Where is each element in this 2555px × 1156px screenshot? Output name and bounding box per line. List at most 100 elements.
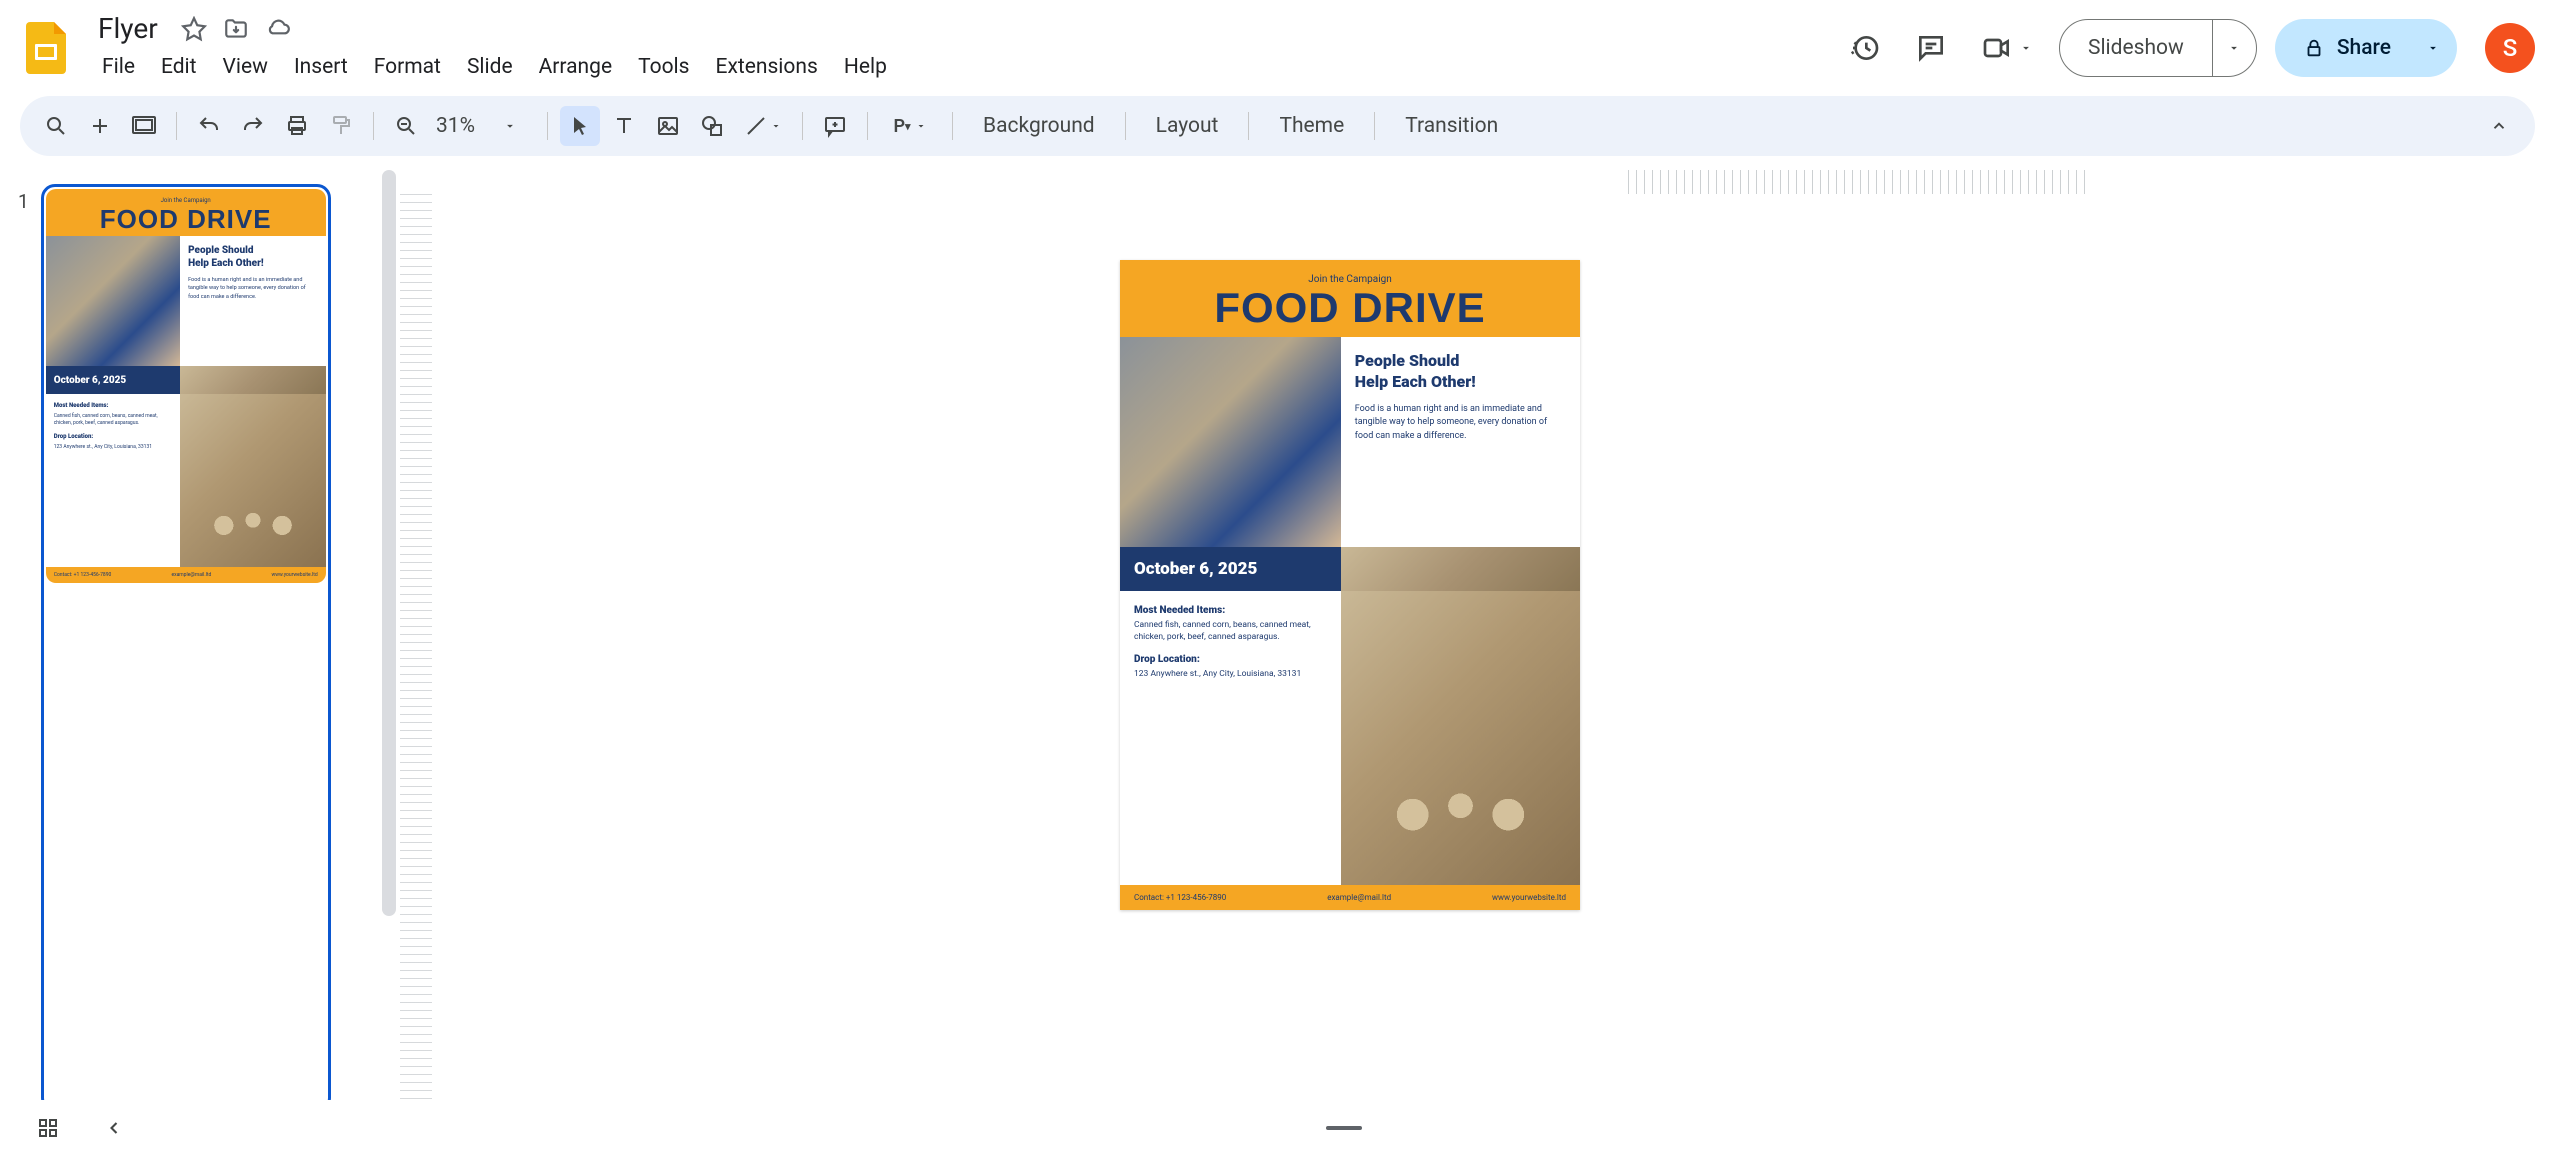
print-button[interactable] [277,106,317,146]
flyer-image-bottom-top[interactable] [1341,547,1580,591]
share-label: Share [2337,36,2391,60]
slide-thumbnail-content: Join the CampaignFOOD DRIVE People Shoul… [46,189,326,583]
meet-button[interactable] [1973,32,2041,64]
toolbar-separator [952,112,953,140]
chevron-down-icon [2019,41,2033,55]
comment-tool[interactable] [815,106,855,146]
lock-icon [2303,37,2325,59]
toolbar-separator [1125,112,1126,140]
star-icon[interactable] [180,15,208,43]
cloud-status-icon[interactable] [264,15,292,43]
search-menus-button[interactable] [36,106,76,146]
explore-handle[interactable] [1326,1126,1362,1130]
filmstrip-scrollbar[interactable] [382,170,396,1126]
toolbar-separator [802,112,803,140]
flyer-email: example@mail.ltd [1327,893,1391,902]
flyer-heading: People ShouldHelp Each Other! [1355,351,1566,393]
flyer-content: Join the Campaign FOOD DRIVE People Shou… [1120,260,1580,910]
menu-tools[interactable]: Tools [626,49,701,85]
menu-extensions[interactable]: Extensions [704,49,830,85]
flyer-items-text: Canned fish, canned corn, beans, canned … [1134,620,1327,644]
background-button[interactable]: Background [965,106,1113,146]
move-folder-icon[interactable] [222,15,250,43]
slide-canvas[interactable]: Join the Campaign FOOD DRIVE People Shou… [1120,260,1580,910]
flyer-footer[interactable]: Contact: +1 123-456-7890 example@mail.lt… [1120,885,1580,910]
vertical-ruler [400,194,432,1106]
filmstrip-panel: 1 Join the CampaignFOOD DRIVE People Sho… [0,170,400,1126]
flyer-drop-heading: Drop Location: [1134,654,1327,665]
share-dropdown[interactable] [2415,19,2457,77]
image-tool[interactable] [648,106,688,146]
footer-bar [0,1100,2555,1156]
canvas-area[interactable]: Join the Campaign FOOD DRIVE People Shou… [400,170,2555,1126]
toolbar-separator [547,112,548,140]
title-row: Flyer [90,10,1831,47]
flyer-items-heading: Most Needed Items: [1134,605,1327,616]
redo-button[interactable] [233,106,273,146]
flyer-message-box[interactable]: People ShouldHelp Each Other! Food is a … [1341,337,1580,547]
chevron-down-icon [2227,41,2241,55]
undo-button[interactable] [189,106,229,146]
zoom-dropdown[interactable] [485,106,535,146]
toolbar-separator [373,112,374,140]
collapse-filmstrip-button[interactable] [96,1110,132,1146]
menu-view[interactable]: View [211,49,280,85]
textbox-tool[interactable] [604,106,644,146]
flyer-website: www.yourwebsite.ltd [1492,893,1566,902]
menu-arrange[interactable]: Arrange [527,49,624,85]
menu-file[interactable]: File [90,49,147,85]
chevron-down-icon [2426,41,2440,55]
comments-icon[interactable] [1907,24,1955,72]
grid-view-button[interactable] [30,1110,66,1146]
history-icon[interactable] [1841,24,1889,72]
slide-number: 1 [18,184,29,1112]
toolbar-separator [1374,112,1375,140]
layout-button[interactable]: Layout [1138,106,1237,146]
shape-tool[interactable] [692,106,732,146]
theme-button[interactable]: Theme [1261,106,1362,146]
transition-button[interactable]: Transition [1387,106,1516,146]
new-slide-layout-button[interactable] [124,106,164,146]
slideshow-group: Slideshow [2059,19,2257,77]
menu-insert[interactable]: Insert [282,49,360,85]
horizontal-ruler [440,170,2555,194]
building-blocks-button[interactable]: P▾ [880,106,940,146]
paint-format-button[interactable] [321,106,361,146]
zoom-out-button[interactable] [386,106,426,146]
collapse-toolbar-button[interactable] [2479,106,2519,146]
body-area: 1 Join the CampaignFOOD DRIVE People Sho… [0,170,2555,1126]
flyer-info-box[interactable]: Most Needed Items: Canned fish, canned c… [1120,591,1341,885]
line-tool[interactable] [736,106,790,146]
document-title[interactable]: Flyer [90,10,166,47]
select-tool[interactable] [560,106,600,146]
header-right: Slideshow Share S [1841,19,2535,77]
toolbar-separator [1248,112,1249,140]
flyer-image-top[interactable] [1120,337,1341,547]
flyer-mid-row: People ShouldHelp Each Other! Food is a … [1120,337,1580,547]
title-area: Flyer File Edit View Insert Format Slide… [90,10,1831,85]
app-header: Flyer File Edit View Insert Format Slide… [0,0,2555,96]
flyer-date-row: October 6, 2025 [1120,547,1580,591]
menu-slide[interactable]: Slide [455,49,525,85]
menu-help[interactable]: Help [832,49,899,85]
flyer-drop-text: 123 Anywhere st., Any City, Louisiana, 3… [1134,669,1327,681]
flyer-image-bottom[interactable] [1341,591,1580,885]
flyer-header[interactable]: Join the Campaign FOOD DRIVE [1120,260,1580,337]
share-button[interactable]: Share [2275,19,2415,77]
slideshow-button[interactable]: Slideshow [2060,20,2212,76]
flyer-title: FOOD DRIVE [1120,287,1580,329]
slide-thumbnail-active[interactable]: Join the CampaignFOOD DRIVE People Shoul… [41,184,331,1112]
menu-bar: File Edit View Insert Format Slide Arran… [90,49,1831,85]
menu-edit[interactable]: Edit [149,49,209,85]
slides-logo[interactable] [20,22,72,74]
toolbar: 31% P▾ Background Layout Theme Transitio… [20,96,2535,156]
toolbar-separator [867,112,868,140]
flyer-date[interactable]: October 6, 2025 [1120,547,1341,591]
share-group: Share [2275,19,2457,77]
zoom-value[interactable]: 31% [430,114,481,138]
toolbar-separator [176,112,177,140]
slideshow-dropdown[interactable] [2212,20,2256,76]
new-slide-button[interactable] [80,106,120,146]
account-avatar[interactable]: S [2485,23,2535,73]
menu-format[interactable]: Format [362,49,453,85]
